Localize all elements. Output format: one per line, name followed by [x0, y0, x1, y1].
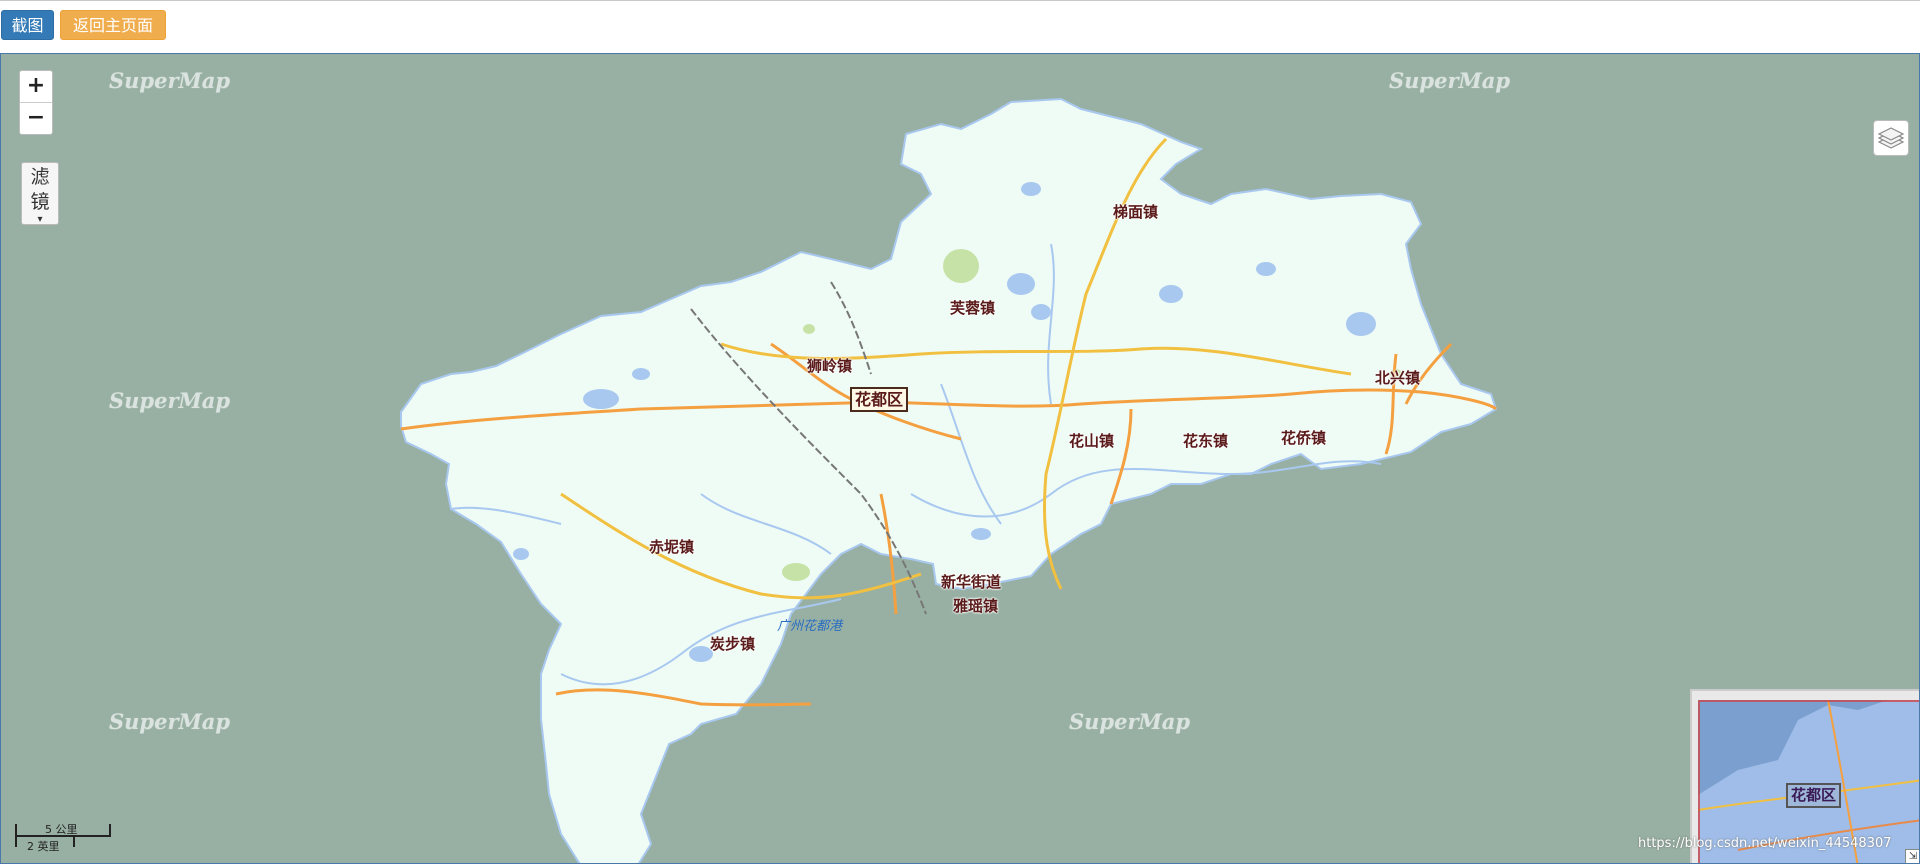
supermap-watermark: SuperMap	[1069, 709, 1191, 734]
filter-label: 滤镜	[30, 166, 50, 213]
lake	[1031, 304, 1051, 320]
caret-down-icon: ▾	[37, 214, 43, 225]
zoom-in-button[interactable]: +	[20, 71, 52, 102]
supermap-watermark: SuperMap	[1389, 68, 1511, 93]
zoom-out-button[interactable]: −	[20, 102, 52, 134]
scale-bar: 5 公里 2 英里	[15, 823, 111, 853]
place-label-huashan: 花山镇	[1069, 432, 1115, 450]
layers-icon	[1877, 127, 1905, 149]
place-label-yayao: 雅瑶镇	[953, 597, 999, 615]
lake	[1256, 262, 1276, 276]
credit-watermark: https://blog.csdn.net/weixin_44548307	[1638, 836, 1892, 851]
map-view[interactable]: SuperMap SuperMap SuperMap SuperMap Supe…	[0, 53, 1920, 864]
place-label-beixing: 北兴镇	[1375, 369, 1421, 387]
place-label-chini: 赤坭镇	[649, 538, 695, 556]
district-label[interactable]: 花都区	[850, 387, 909, 412]
lake	[583, 389, 619, 409]
place-label-tanbu: 炭步镇	[710, 635, 756, 653]
lake	[1159, 285, 1183, 303]
supermap-watermark: SuperMap	[109, 388, 231, 413]
back-to-home-button[interactable]: 返回主页面	[60, 10, 166, 40]
place-label-huadong: 花东镇	[1183, 432, 1229, 450]
lake	[1021, 182, 1041, 196]
supermap-watermark: SuperMap	[109, 709, 231, 734]
lake	[971, 528, 991, 540]
district-land	[400, 97, 1498, 863]
overview-toggle-icon[interactable]: ⇲	[1905, 849, 1919, 863]
supermap-watermark: SuperMap	[109, 68, 231, 93]
place-label-huaqiao: 花侨镇	[1281, 429, 1327, 447]
lake	[513, 548, 529, 560]
screenshot-button[interactable]: 截图	[1, 10, 54, 40]
lake	[632, 368, 650, 380]
scale-imperial-label: 2 英里	[27, 840, 60, 853]
park	[803, 324, 815, 334]
park	[943, 249, 979, 283]
place-label-furong: 芙蓉镇	[950, 299, 996, 317]
overview-district-label: 花都区	[1786, 783, 1842, 808]
toolbar: 截图 返回主页面	[0, 0, 1920, 54]
place-label-timian: 梯面镇	[1113, 203, 1159, 221]
filter-button[interactable]: 滤镜 ▾	[21, 162, 59, 225]
scale-metric-label: 5 公里	[45, 823, 78, 836]
lake	[1346, 312, 1376, 336]
layers-button[interactable]	[1873, 120, 1909, 156]
place-label-xinhua: 新华街道	[941, 573, 1002, 591]
water-label: 广州花都港	[777, 619, 843, 634]
map-canvas[interactable]	[1, 54, 1920, 864]
zoom-control: + −	[19, 70, 53, 135]
lake	[1007, 273, 1035, 295]
park	[782, 563, 810, 581]
place-label-shiling: 狮岭镇	[807, 357, 853, 375]
